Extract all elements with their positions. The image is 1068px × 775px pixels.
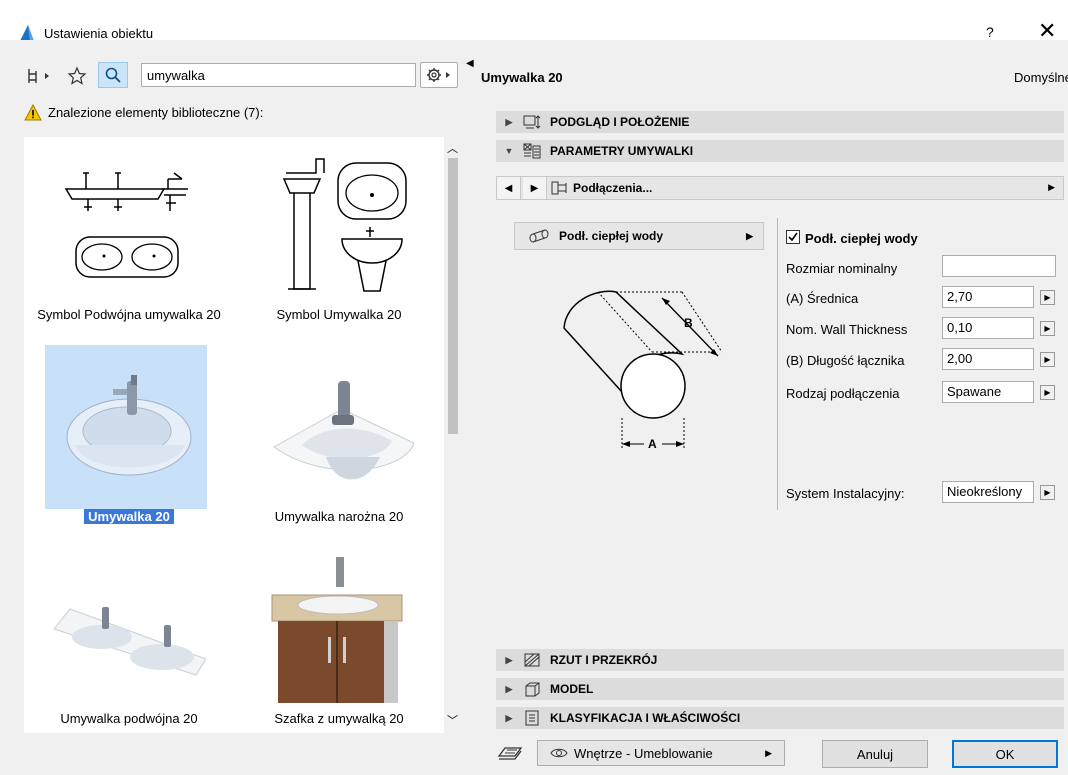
nav-forward-button[interactable]: ▶ [523, 177, 547, 199]
library-results-grid: Symbol Podwójna umywalka 20 Symbol Umywa… [24, 137, 444, 733]
hot-water-checkbox[interactable] [786, 230, 800, 244]
param-label: (A) Średnica [786, 291, 859, 306]
expand-icon: ▶ [505, 654, 513, 665]
library-item[interactable]: Szafka z umywalką 20 [234, 541, 444, 743]
library-item[interactable]: Symbol Umywalka 20 [234, 137, 444, 339]
library-item-label: Umywalka narożna 20 [274, 509, 404, 524]
library-item-label: Umywalka podwójna 20 [60, 711, 198, 726]
close-button[interactable]: ✕ [1038, 20, 1056, 42]
nav-page-label[interactable]: Podłączenia... [573, 181, 652, 195]
library-item[interactable]: Umywalka podwójna 20 [24, 541, 234, 743]
nominal-size-field[interactable] [942, 255, 1056, 277]
default-settings-label[interactable]: Domyślne [1014, 70, 1068, 85]
param-label: Nom. Wall Thickness [786, 322, 908, 337]
layer-dropdown[interactable]: Wnętrze - Umeblowanie ▶ [537, 740, 785, 766]
param-label: System Instalacyjny: [786, 486, 905, 501]
library-item-label: Umywalka 20 [24, 509, 234, 524]
connections-icon [551, 181, 571, 195]
connection-type-field[interactable]: Spawane [942, 381, 1034, 403]
search-icon [105, 67, 121, 83]
title-bar [0, 0, 1068, 40]
column-divider [777, 218, 778, 510]
corner-sink-3d-thumbnail [262, 345, 416, 505]
diameter-field[interactable]: 2,70 [942, 286, 1034, 308]
gear-icon [427, 68, 450, 82]
found-items-row: Znalezione elementy biblioteczne (7): [24, 104, 263, 121]
section-title: PARAMETRY UMYWALKI [550, 144, 694, 158]
nav-back-button[interactable]: ◀ [497, 177, 521, 199]
subpanel-label: Podł. ciepłej wody [559, 229, 664, 243]
param-menu-icon[interactable]: ▶ [1040, 485, 1055, 500]
ok-button[interactable]: OK [952, 740, 1058, 768]
hot-water-connection-button[interactable]: Podł. ciepłej wody ▶ [514, 222, 764, 250]
wall-thickness-field[interactable]: 0,10 [942, 317, 1034, 339]
scroll-down-icon[interactable]: ﹀ [447, 712, 458, 728]
folder-tree-icon[interactable] [24, 64, 54, 88]
parameters-icon [522, 143, 544, 159]
section-title: KLASYFIKACJA I WŁAŚCIWOŚCI [550, 711, 741, 725]
found-items-label: Znalezione elementy biblioteczne (7): [48, 105, 264, 120]
library-item-label: Szafka z umywalką 20 [274, 711, 404, 726]
param-label: Rodzaj podłączenia [786, 386, 900, 401]
expand-icon: ▶ [505, 712, 513, 723]
warning-icon [24, 104, 42, 121]
submenu-arrow-icon: ▶ [746, 230, 753, 241]
favorites-icon[interactable] [64, 64, 90, 88]
installation-system-field[interactable]: Nieokreślony [942, 481, 1034, 503]
parameter-nav-bar: ◀ ▶ Podłączenia... ▶ [496, 176, 1064, 200]
param-menu-icon[interactable]: ▶ [1040, 385, 1055, 400]
section-title: MODEL [550, 682, 594, 696]
classification-icon [522, 710, 544, 726]
preview-icon [522, 114, 544, 130]
param-label: Rozmiar nominalny [786, 261, 898, 276]
expand-icon: ▶ [505, 683, 513, 694]
param-menu-icon[interactable]: ▶ [1040, 321, 1055, 336]
search-button[interactable] [98, 62, 128, 88]
section-model[interactable]: ▶ MODEL [496, 678, 1064, 700]
section-title: PODGLĄD I POŁOŻENIE [550, 115, 690, 129]
model-icon [522, 681, 544, 697]
cancel-button[interactable]: Anuluj [822, 740, 928, 768]
layer-settings-icon[interactable] [497, 742, 523, 762]
vanity-unit-3d-thumbnail [262, 547, 416, 707]
section-preview[interactable]: ▶ PODGLĄD I POŁOŻENIE [496, 111, 1064, 133]
section-parameters[interactable]: ▼ PARAMETRY UMYWALKI [496, 140, 1064, 162]
library-item[interactable]: Umywalka narożna 20 [234, 339, 444, 541]
library-item[interactable]: Symbol Podwójna umywalka 20 [24, 137, 234, 339]
collapse-panel-icon[interactable]: ◀ [466, 58, 474, 69]
expand-icon: ▶ [505, 116, 513, 127]
double-sink-symbol-thumbnail [52, 143, 206, 303]
sink-3d-thumbnail [45, 345, 207, 509]
search-input[interactable] [141, 63, 416, 87]
scroll-up-icon[interactable]: ︿ [447, 140, 458, 156]
param-menu-icon[interactable]: ▶ [1040, 352, 1055, 367]
sink-symbol-thumbnail [262, 143, 416, 303]
library-item-label: Symbol Podwójna umywalka 20 [37, 307, 221, 322]
library-settings-button[interactable] [420, 62, 458, 88]
param-label: (B) Długość łącznika [786, 353, 905, 368]
checkbox-label: Podł. ciepłej wody [805, 231, 918, 246]
plan-section-icon [522, 652, 544, 668]
dimension-a-label: A [648, 437, 657, 451]
window-title: Ustawienia obiektu [44, 26, 154, 41]
section-title: RZUT I PRZEKRÓJ [550, 653, 658, 667]
connector-length-field[interactable]: 2,00 [942, 348, 1034, 370]
section-plan[interactable]: ▶ RZUT I PRZEKRÓJ [496, 649, 1064, 671]
nav-menu-icon[interactable]: ▶ [1048, 182, 1055, 193]
eye-icon [550, 748, 568, 758]
object-name: Umywalka 20 [481, 70, 563, 85]
scrollbar-thumb[interactable] [448, 158, 458, 434]
library-item-selected[interactable]: Umywalka 20 [24, 339, 234, 541]
dropdown-arrow-icon: ▶ [765, 747, 772, 758]
section-classification[interactable]: ▶ KLASYFIKACJA I WŁAŚCIWOŚCI [496, 707, 1064, 729]
pipe-diagram [556, 282, 736, 462]
help-button[interactable]: ? [986, 24, 994, 40]
double-sink-3d-thumbnail [52, 547, 206, 707]
dimension-b-label: B [684, 316, 693, 330]
layer-name: Wnętrze - Umeblowanie [574, 745, 713, 761]
pipe-icon [529, 229, 549, 243]
library-item-label: Symbol Umywalka 20 [276, 307, 402, 322]
param-menu-icon[interactable]: ▶ [1040, 290, 1055, 305]
collapse-icon: ▼ [504, 146, 514, 156]
